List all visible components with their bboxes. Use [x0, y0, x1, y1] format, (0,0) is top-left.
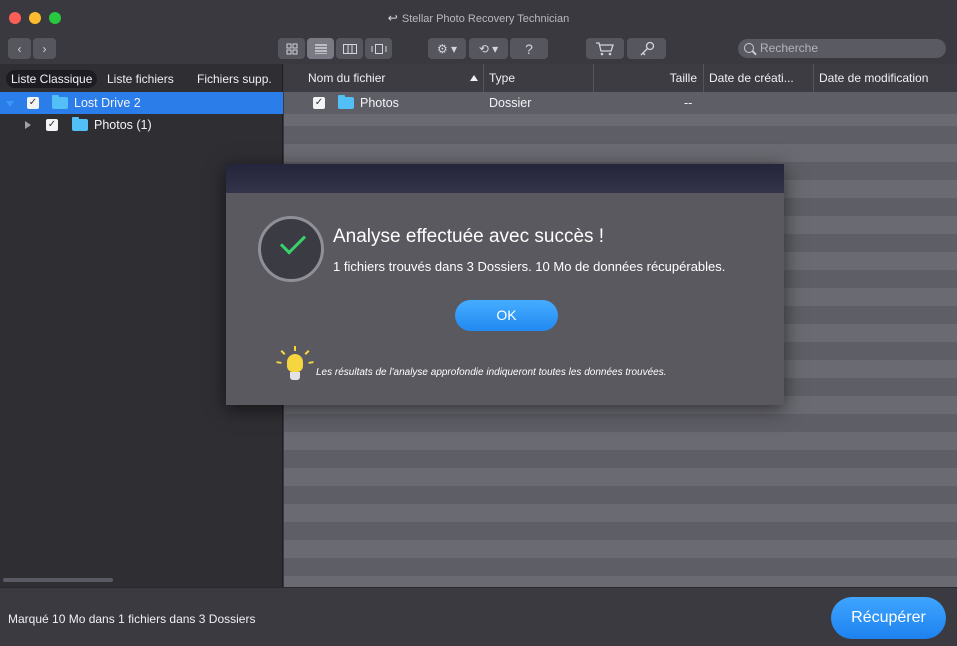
tab-liste-fichiers[interactable]: Liste fichiers: [102, 70, 179, 88]
title-bar: ↩ Stellar Photo Recovery Technician: [0, 0, 957, 36]
ok-button[interactable]: OK: [455, 300, 558, 331]
sort-ascending-icon: [470, 75, 478, 81]
status-bar: Marqué 10 Mo dans 1 fichiers dans 3 Doss…: [0, 587, 957, 646]
column-header-label: Nom du fichier: [308, 71, 386, 85]
chevron-right-icon: ›: [42, 41, 47, 56]
coverflow-view-icon: [371, 43, 386, 54]
column-header-modified[interactable]: Date de modification: [814, 64, 957, 92]
forward-button[interactable]: ›: [33, 38, 56, 59]
table-header: Nom du fichier Type Taille Date de créat…: [284, 64, 957, 92]
table-row[interactable]: ✓ Photos Dossier --: [284, 92, 957, 114]
chevron-left-icon: ‹: [17, 41, 22, 56]
grid-view-icon: [286, 43, 297, 54]
column-header-created[interactable]: Date de créati...: [704, 64, 814, 92]
tree-checkbox[interactable]: ✓: [27, 97, 39, 109]
status-text: Marqué 10 Mo dans 1 fichiers dans 3 Doss…: [8, 612, 256, 626]
key-icon: [640, 41, 654, 55]
column-header-name[interactable]: Nom du fichier: [303, 64, 484, 92]
row-size: --: [684, 96, 693, 110]
disclosure-collapsed-icon[interactable]: [25, 121, 31, 129]
tree-item-label: Photos (1): [94, 118, 152, 132]
recover-button[interactable]: Récupérer: [831, 597, 946, 639]
dialog-title: Analyse effectuée avec succès !: [333, 226, 605, 247]
tree-item-photos[interactable]: ✓ Photos (1): [0, 114, 283, 136]
tree-item-lost-drive[interactable]: ✓ Lost Drive 2: [0, 92, 283, 114]
history-menu-button[interactable]: ⟲ ▾: [469, 38, 508, 59]
tab-fichiers-supp[interactable]: Fichiers supp.: [192, 70, 277, 88]
help-button[interactable]: ?: [510, 38, 548, 59]
column-view-button[interactable]: [336, 38, 363, 59]
column-header-size[interactable]: Taille: [594, 64, 704, 92]
window-title: ↩ Stellar Photo Recovery Technician: [0, 11, 957, 25]
scan-complete-dialog: Analyse effectuée avec succès ! 1 fichie…: [226, 164, 784, 405]
checkmark-icon: [279, 228, 307, 255]
dialog-message: 1 fichiers trouvés dans 3 Dossiers. 10 M…: [333, 259, 726, 274]
lightbulb-icon: [276, 346, 314, 390]
return-arrow-icon: ↩: [387, 11, 398, 25]
list-view-icon: [314, 44, 327, 54]
question-mark-icon: ?: [525, 40, 533, 57]
search-icon: [744, 43, 754, 53]
list-view-button[interactable]: [307, 38, 334, 59]
row-checkbox[interactable]: ✓: [313, 97, 325, 109]
activate-button[interactable]: [627, 38, 666, 59]
cart-icon: [596, 41, 614, 55]
folder-icon: [52, 95, 68, 109]
folder-icon: [72, 117, 88, 131]
settings-menu-button[interactable]: ⚙ ▾: [428, 38, 466, 59]
tab-liste-classique[interactable]: Liste Classique: [6, 70, 98, 88]
row-type: Dossier: [489, 96, 532, 110]
window-title-text: Stellar Photo Recovery Technician: [401, 13, 570, 25]
tree-item-label: Lost Drive 2: [74, 96, 141, 110]
row-name: Photos: [360, 96, 399, 110]
grid-view-button[interactable]: [278, 38, 305, 59]
search-input[interactable]: Recherche: [738, 39, 946, 58]
coverflow-view-button[interactable]: [365, 38, 392, 59]
dialog-tip: Les résultats de l'analyse approfondie i…: [316, 367, 667, 378]
disclosure-expanded-icon[interactable]: [6, 101, 14, 107]
column-header-type[interactable]: Type: [484, 64, 594, 92]
column-view-icon: [342, 43, 357, 54]
gear-icon: ⚙ ▾: [436, 41, 458, 56]
tree-checkbox[interactable]: ✓: [46, 119, 58, 131]
buy-button[interactable]: [586, 38, 624, 59]
dialog-header-bar: [226, 164, 784, 193]
toolbar: ‹ › ⚙ ▾ ⟲ ▾ ? Recherche: [0, 36, 957, 64]
sidebar-tabs: Liste Classique Liste fichiers Fichiers …: [0, 68, 283, 90]
sidebar-horizontal-scrollbar[interactable]: [3, 578, 113, 582]
folder-icon: [338, 95, 354, 109]
back-button[interactable]: ‹: [8, 38, 31, 59]
history-icon: ⟲ ▾: [478, 41, 499, 56]
success-badge: [258, 216, 324, 282]
search-placeholder: Recherche: [760, 41, 819, 55]
